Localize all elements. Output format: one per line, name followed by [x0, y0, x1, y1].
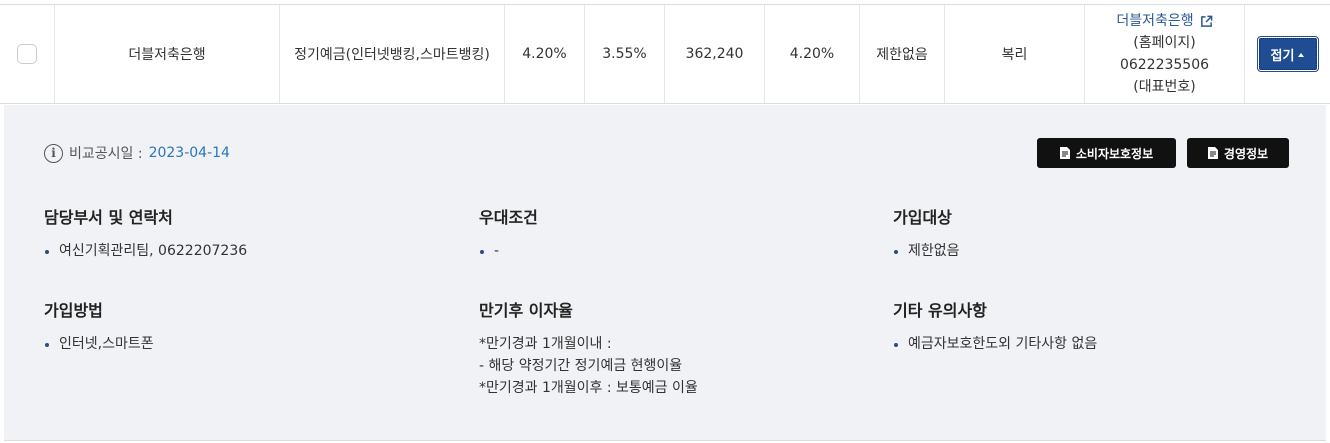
bank-contact-cell: 더블저축은행 (홈페이지) 0622235506 (대표번호) [1085, 5, 1245, 103]
section-maturity: 만기후 이자율 *만기경과 1개월이내 : - 해당 약정기간 정기예금 현행이… [479, 297, 698, 399]
section-contact: 담당부서 및 연락처 여신기획관리팀, 0622207236 [44, 204, 247, 262]
phone-label: (대표번호) [1133, 79, 1196, 95]
disclosure-date-value: 2023-04-14 [148, 145, 230, 161]
external-link-icon [1200, 15, 1212, 27]
list-item: 여신기획관리팀, 0622207236 [44, 240, 247, 262]
section-title: 가입방법 [44, 301, 103, 320]
product-name-cell: 정기예금(인터넷뱅킹,스마트뱅킹) [280, 5, 505, 103]
management-info-button[interactable]: 경영정보 [1187, 138, 1289, 168]
section-title: 담당부서 및 연락처 [44, 208, 173, 227]
section-title: 기타 유의사항 [893, 301, 987, 320]
maturity-line-3: *만기경과 1개월이후 : 보통예금 이율 [479, 380, 698, 396]
list-item: 예금자보호한도외 기타사항 없음 [893, 333, 1097, 355]
homepage-label: (홈페이지) [1133, 35, 1196, 51]
limit-cell: 제한없음 [860, 5, 945, 103]
document-icon [1059, 147, 1070, 159]
fold-cell: 접기 [1245, 5, 1330, 103]
consumer-protection-button[interactable]: 소비자보호정보 [1037, 138, 1176, 168]
bank-link-label: 더블저축은행 [1116, 13, 1194, 29]
section-target: 가입대상 제한없음 [893, 204, 960, 262]
bank-name-cell: 더블저축은행 [55, 5, 280, 103]
disclosure-date: i 비교공시일 : 2023-04-14 [44, 143, 230, 163]
phone-number: 0622235506 [1119, 57, 1210, 73]
list-item: - [479, 240, 538, 262]
rate-max-cell: 4.20% [505, 5, 585, 103]
bank-homepage-link[interactable]: 더블저축은행 [1116, 10, 1212, 32]
section-title: 우대조건 [479, 208, 538, 227]
disclosure-date-label: 비교공시일 : [69, 146, 143, 162]
maturity-line-1: *만기경과 1개월이내 : [479, 336, 612, 352]
fold-button[interactable]: 접기 [1256, 36, 1319, 72]
info-icon: i [44, 143, 63, 163]
section-title: 만기후 이자율 [479, 301, 573, 320]
row-checkbox[interactable] [17, 44, 37, 64]
section-notes: 기타 유의사항 예금자보호한도외 기타사항 없음 [893, 297, 1097, 355]
list-item: 제한없음 [893, 240, 960, 262]
section-method: 가입방법 인터넷,스마트폰 [44, 297, 154, 355]
select-cell [0, 5, 55, 103]
list-item: 인터넷,스마트폰 [44, 333, 154, 355]
product-row: 더블저축은행 정기예금(인터넷뱅킹,스마트뱅킹) 4.20% 3.55% 362… [0, 4, 1330, 104]
caret-up-icon [1298, 52, 1305, 57]
section-preference: 우대조건 - [479, 204, 538, 262]
rate-max2-cell: 4.20% [765, 5, 860, 103]
maturity-line-2: - 해당 약정기간 정기예금 현행이율 [479, 358, 683, 374]
fold-button-label: 접기 [1270, 48, 1295, 64]
management-info-label: 경영정보 [1223, 146, 1269, 161]
product-detail-panel: i 비교공시일 : 2023-04-14 소비자보호정보 경영정보 담당부서 및… [4, 105, 1326, 441]
document-icon [1207, 147, 1218, 159]
rate-after-tax-cell: 3.55% [585, 5, 665, 103]
interest-type-cell: 복리 [945, 5, 1085, 103]
interest-amount-cell: 362,240 [665, 5, 765, 103]
section-title: 가입대상 [893, 208, 952, 227]
consumer-protection-label: 소비자보호정보 [1075, 146, 1154, 161]
